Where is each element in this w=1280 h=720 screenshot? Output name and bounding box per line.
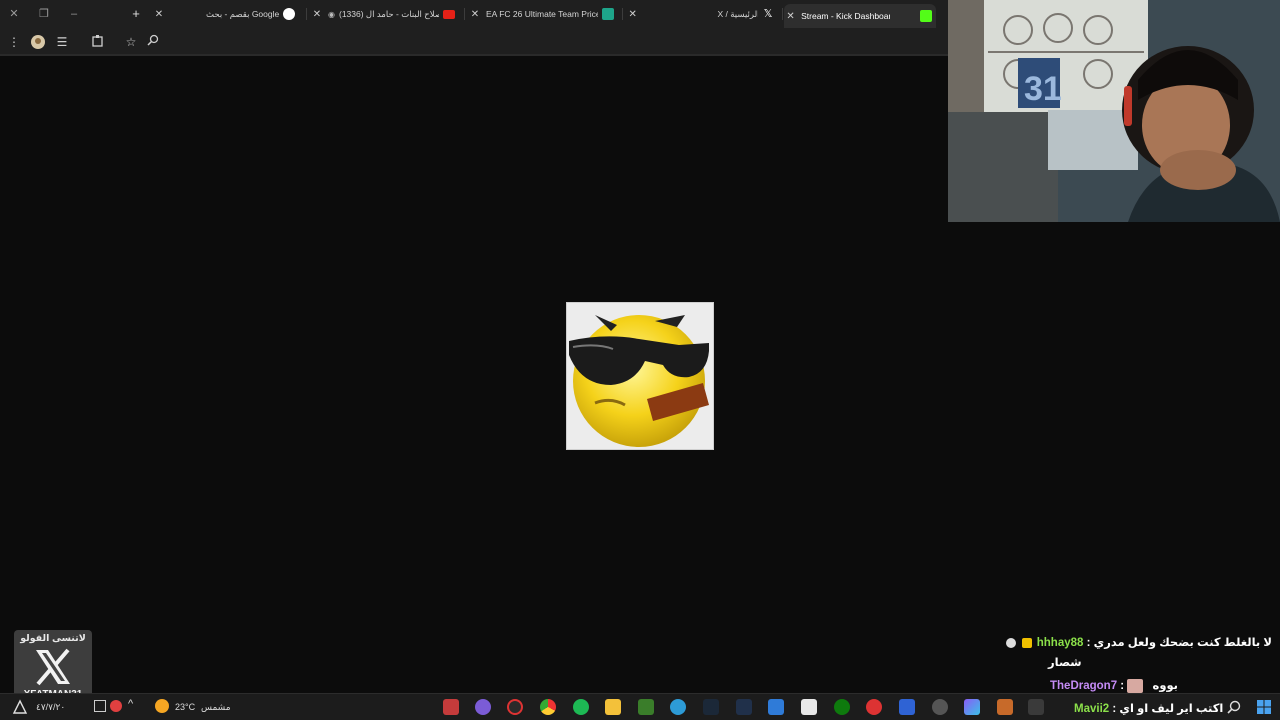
copilot-icon[interactable] <box>964 699 980 715</box>
weather-description: مشمس <box>201 702 231 712</box>
browser-tab-strip: ✕ ❐ – + ✕ بقصم - بحث Google ✕ ◉ (1336) ص… <box>0 0 948 28</box>
chat-message: TheDragon7 : بووه <box>1050 678 1178 693</box>
window-close-icon[interactable]: ✕ <box>6 6 22 22</box>
chat-message: لا بالغلط كنت بضحك ولعل مدري : hhhay88 <box>1006 635 1272 649</box>
tab-divider <box>306 8 307 20</box>
close-tab-icon[interactable]: ✕ <box>468 9 482 20</box>
tab-divider <box>464 8 465 20</box>
x-logo-icon <box>32 646 74 693</box>
mail-icon[interactable] <box>768 699 784 715</box>
app-icon-orange[interactable] <box>997 699 1013 715</box>
cool-emoji-image <box>566 302 714 450</box>
store-icon[interactable] <box>801 699 817 715</box>
minecraft-icon[interactable] <box>638 699 654 715</box>
close-tab-icon[interactable]: ✕ <box>310 9 324 20</box>
zoom-icon[interactable] <box>145 34 161 50</box>
chat-username: Mavii2 <box>1074 703 1110 715</box>
close-tab-icon[interactable]: ✕ <box>784 11 797 22</box>
bookmark-star-icon[interactable]: ☆ <box>123 34 139 50</box>
close-tab-icon[interactable]: ✕ <box>152 9 166 20</box>
obs-icon[interactable] <box>507 699 523 715</box>
browser-toolbar: ⋮ ☰ ☆ <box>0 28 948 56</box>
chat-message-continuation: شصار <box>1048 657 1082 669</box>
tab-youtube[interactable]: ✕ ◉ (1336) صلاح البنات - حامد ال... <box>310 4 460 24</box>
window-minimize-icon[interactable]: – <box>66 6 82 22</box>
discord-icon[interactable] <box>475 699 491 715</box>
chat-username: TheDragon7 <box>1050 680 1118 692</box>
svg-text:31: 31 <box>1024 70 1062 108</box>
chrome-icon[interactable] <box>540 699 556 715</box>
search-icon[interactable] <box>1226 699 1242 715</box>
weather-temperature: 23°C <box>175 702 196 712</box>
sub-badge-icon <box>1006 637 1017 648</box>
edge-icon[interactable] <box>670 699 686 715</box>
new-tab-icon[interactable]: + <box>128 6 144 22</box>
chat-message-text: بووه <box>1152 680 1178 692</box>
kick-icon <box>920 10 932 22</box>
start-windows-icon[interactable] <box>1256 699 1272 715</box>
steam-icon[interactable] <box>703 699 719 715</box>
display-icon[interactable] <box>94 700 106 712</box>
emote-icon <box>1127 678 1144 693</box>
weather-sun-icon <box>155 699 169 713</box>
crown-badge-icon <box>1021 637 1032 648</box>
app-icon-grey[interactable] <box>1028 699 1044 715</box>
youtube-icon <box>442 9 455 19</box>
futbin-icon <box>602 8 614 20</box>
spotify-icon[interactable] <box>573 699 589 715</box>
follow-reminder-text: لاتنسى الفولو <box>20 633 86 644</box>
taskbar-widget-icon[interactable] <box>12 699 28 715</box>
chat-message-text: اكتب اير ليف او اي <box>1119 703 1224 715</box>
reading-list-icon[interactable]: ☰ <box>54 34 70 50</box>
tab-divider <box>622 8 623 20</box>
taskbar-date: ٤٧/٧/٢٠ <box>36 702 66 712</box>
file-explorer-icon[interactable] <box>605 699 621 715</box>
menu-kebab-icon[interactable]: ⋮ <box>6 34 22 50</box>
close-tab-icon[interactable]: ✕ <box>626 9 639 20</box>
tab-kick-dashboard[interactable]: ✕ Stream - Kick Dashboard <box>784 4 936 28</box>
app-icon-red-circle[interactable] <box>866 699 882 715</box>
google-icon <box>283 8 296 20</box>
app-icon-blue[interactable] <box>899 699 915 715</box>
x-logo-icon: 𝕏 <box>763 8 773 20</box>
window-restore-icon[interactable]: ❐ <box>36 6 52 22</box>
tab-x-home[interactable]: ✕ X / الرئيسية 𝕏 <box>626 4 778 24</box>
chevron-up-icon[interactable]: ^ <box>128 698 133 710</box>
tab-google-search[interactable]: ✕ بقصم - بحث Google <box>152 4 300 24</box>
app-icon-dark[interactable] <box>736 699 752 715</box>
extensions-icon[interactable] <box>90 34 106 50</box>
tab-ea-fc-prices[interactable]: ✕ EA FC 26 Ultimate Team Prices <box>468 4 618 24</box>
app-icon-red[interactable] <box>443 699 459 715</box>
profile-avatar[interactable] <box>30 34 46 50</box>
chat-message: Mavii2 : اكتب اير ليف او اي <box>1074 703 1224 715</box>
audio-icon: ◉ <box>328 9 335 19</box>
notification-icon[interactable] <box>110 700 122 712</box>
chat-username: hhhay88 <box>1036 637 1084 649</box>
tab-divider <box>782 8 783 20</box>
chat-message-text: لا بالغلط كنت بضحك ولعل مدري <box>1093 637 1272 649</box>
settings-gear-icon[interactable] <box>932 699 948 715</box>
xbox-icon[interactable] <box>834 699 850 715</box>
webcam-feed: 31 <box>948 0 1280 222</box>
x-follow-overlay: لاتنسى الفولو XFATMAN31 <box>14 630 92 702</box>
